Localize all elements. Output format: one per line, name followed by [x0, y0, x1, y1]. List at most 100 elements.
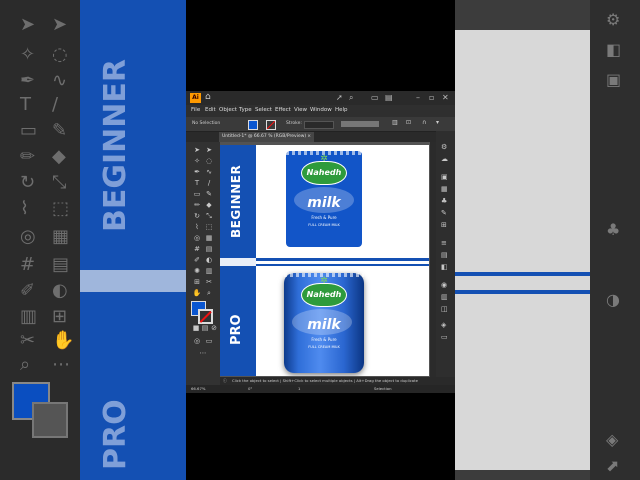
- layers-panel-icon[interactable]: ◈: [441, 321, 446, 329]
- maximize-icon[interactable]: ▫: [429, 93, 434, 102]
- stroke-weight-input[interactable]: [304, 121, 334, 129]
- pen-tool-icon[interactable]: ✒: [192, 168, 202, 177]
- mesh-tool-icon[interactable]: #: [192, 245, 202, 254]
- fill-color-swatch[interactable]: [248, 120, 258, 130]
- edit-toolbar-icon[interactable]: ⋯: [198, 349, 208, 358]
- stroke-panel-icon[interactable]: ≡: [441, 239, 447, 247]
- shape-builder-tool-icon[interactable]: ◎: [192, 234, 202, 243]
- scale-tool-icon[interactable]: ⤡: [204, 212, 214, 221]
- lasso-tool-icon[interactable]: ◌: [204, 157, 214, 166]
- menu-help[interactable]: Help: [335, 107, 348, 113]
- blend-icon: ◐: [52, 280, 68, 301]
- menu-file[interactable]: File: [191, 107, 200, 113]
- minimize-icon[interactable]: –: [416, 93, 420, 102]
- rectangle-tool-icon[interactable]: ▭: [192, 190, 202, 199]
- artboard-number[interactable]: 1: [298, 385, 300, 393]
- draw-mode-icon[interactable]: ◎: [192, 337, 202, 346]
- close-icon[interactable]: ✕: [442, 93, 449, 102]
- graph-tool-icon[interactable]: ▥: [204, 267, 214, 276]
- eyedropper-tool-icon[interactable]: ✐: [192, 256, 202, 265]
- align-icon[interactable]: ▥: [392, 119, 398, 126]
- color-panel-icon[interactable]: ▣: [441, 173, 448, 181]
- properties-panel-icon[interactable]: ⚙: [441, 143, 447, 151]
- menu-type[interactable]: Type: [239, 107, 252, 113]
- perspective-grid-tool-icon[interactable]: ▦: [204, 234, 214, 243]
- artboard[interactable]: BEGINNER PRO ✲ Nahedh milk Fresh & Pure …: [220, 145, 429, 376]
- curvature-tool-icon[interactable]: ∿: [204, 168, 214, 177]
- pen-icon: ✒: [20, 70, 36, 91]
- eraser-tool-icon[interactable]: ◆: [204, 201, 214, 210]
- graph-icon: ▥: [20, 306, 38, 327]
- warp-tool-icon[interactable]: ⌇: [192, 223, 202, 232]
- right-panel-icons: ⚙ ☁ ▣ ▦ ♣ ✎ ⊞ ≡ ▤ ◧ ◉ ▥ ◫ ◈ ▭: [436, 131, 455, 381]
- type-tool-icon[interactable]: T: [192, 179, 202, 188]
- artboards-panel-icon[interactable]: ▭: [441, 333, 448, 341]
- symbol-sprayer-tool-icon[interactable]: ✺: [192, 267, 202, 276]
- workspace-icon[interactable]: ▤: [385, 93, 393, 102]
- transparency-panel-icon[interactable]: ◧: [441, 263, 448, 271]
- transform-icon[interactable]: ⊡: [406, 119, 411, 126]
- appearance-panel-icon[interactable]: ◉: [441, 281, 447, 289]
- background-blue-band: BEGINNER PRO: [80, 0, 186, 480]
- pathfinder-panel-icon[interactable]: ◫: [441, 305, 448, 313]
- home-icon[interactable]: ⌂: [205, 92, 211, 102]
- info-icon: ⓘ: [223, 378, 227, 383]
- brand-logo: Nahedh: [301, 161, 347, 185]
- swatches-panel-icon[interactable]: ▦: [441, 185, 448, 193]
- libraries-panel-icon[interactable]: ☁: [441, 155, 448, 163]
- hand-tool-icon[interactable]: ✋: [192, 289, 202, 298]
- close-tab-icon[interactable]: ×: [307, 132, 311, 142]
- line-tool-icon[interactable]: /: [204, 179, 214, 188]
- paintbrush-tool-icon[interactable]: ✎: [204, 190, 214, 199]
- document-tab[interactable]: Untitled-1* @ 66.67 % (RGB/Preview) ×: [219, 132, 314, 142]
- perspective-icon: ▦: [52, 226, 70, 247]
- rotate-tool-icon[interactable]: ↻: [192, 212, 202, 221]
- milk-pack-3d[interactable]: ✲ Nahedh milk Fresh & Pure FULL CREAM MI…: [284, 273, 364, 373]
- none-mode-icon[interactable]: ⊘: [209, 324, 219, 333]
- rotate-icon: ↻: [20, 172, 36, 193]
- milk-pack-flat[interactable]: ✲ Nahedh milk Fresh & Pure FULL CREAM MI…: [286, 151, 362, 247]
- gradient-tool-icon[interactable]: ▤: [204, 245, 214, 254]
- graphic-styles-icon[interactable]: ⊞: [441, 221, 447, 229]
- background-divider: [80, 270, 186, 292]
- align-panel-icon[interactable]: ▥: [441, 293, 448, 301]
- isolate-icon[interactable]: ∩: [422, 119, 426, 126]
- selection-tool-icon: ➤: [20, 14, 36, 35]
- libraries-icon: ▣: [606, 70, 622, 89]
- divider-line-2: [256, 264, 429, 266]
- export-icon: ⬈: [606, 456, 620, 475]
- blend-tool-icon[interactable]: ◐: [204, 256, 214, 265]
- slice-tool-icon[interactable]: ✂: [204, 278, 214, 287]
- menu-effect[interactable]: Effect: [275, 107, 291, 113]
- rotation-angle[interactable]: 0°: [248, 385, 252, 393]
- screen-mode-icon[interactable]: ▭: [204, 337, 214, 346]
- illustrator-window: Ai ⌂ ➚ ⌕ ▭ ▤ – ▫ ✕ File Edit Object Type…: [186, 91, 455, 393]
- zoom-tool-icon[interactable]: ⌕: [204, 289, 214, 298]
- pencil-tool-icon[interactable]: ✏: [192, 201, 202, 210]
- send-icon[interactable]: ➚: [336, 93, 343, 102]
- arrange-documents-icon[interactable]: ▭: [371, 93, 379, 102]
- free-transform-tool-icon[interactable]: ⬚: [204, 223, 214, 232]
- status-mode[interactable]: Selection: [374, 385, 392, 393]
- gradient-panel-icon[interactable]: ▤: [441, 251, 448, 259]
- divider-line: [256, 258, 429, 261]
- stroke-color-swatch[interactable]: [266, 120, 276, 130]
- direct-selection-tool-icon[interactable]: ➤: [204, 146, 214, 155]
- menu-object[interactable]: Object: [219, 107, 237, 113]
- menu-edit[interactable]: Edit: [205, 107, 216, 113]
- stroke-color-box[interactable]: [198, 309, 213, 324]
- magic-wand-tool-icon[interactable]: ✧: [192, 157, 202, 166]
- background-artboard: [455, 30, 590, 470]
- menu-select[interactable]: Select: [255, 107, 272, 113]
- more-options-icon[interactable]: ▾: [436, 119, 439, 126]
- selection-tool-icon[interactable]: ➤: [192, 146, 202, 155]
- symbols-panel-icon[interactable]: ♣: [441, 197, 447, 205]
- brushes-panel-icon[interactable]: ✎: [441, 209, 447, 217]
- zoom-level[interactable]: 66.67%: [191, 385, 205, 393]
- canvas-area[interactable]: BEGINNER PRO ✲ Nahedh milk Fresh & Pure …: [220, 142, 430, 377]
- search-icon[interactable]: ⌕: [349, 93, 353, 103]
- opacity-field[interactable]: [341, 121, 379, 127]
- menu-window[interactable]: Window: [310, 107, 332, 113]
- artboard-tool-icon[interactable]: ⊞: [192, 278, 202, 287]
- menu-view[interactable]: View: [294, 107, 307, 113]
